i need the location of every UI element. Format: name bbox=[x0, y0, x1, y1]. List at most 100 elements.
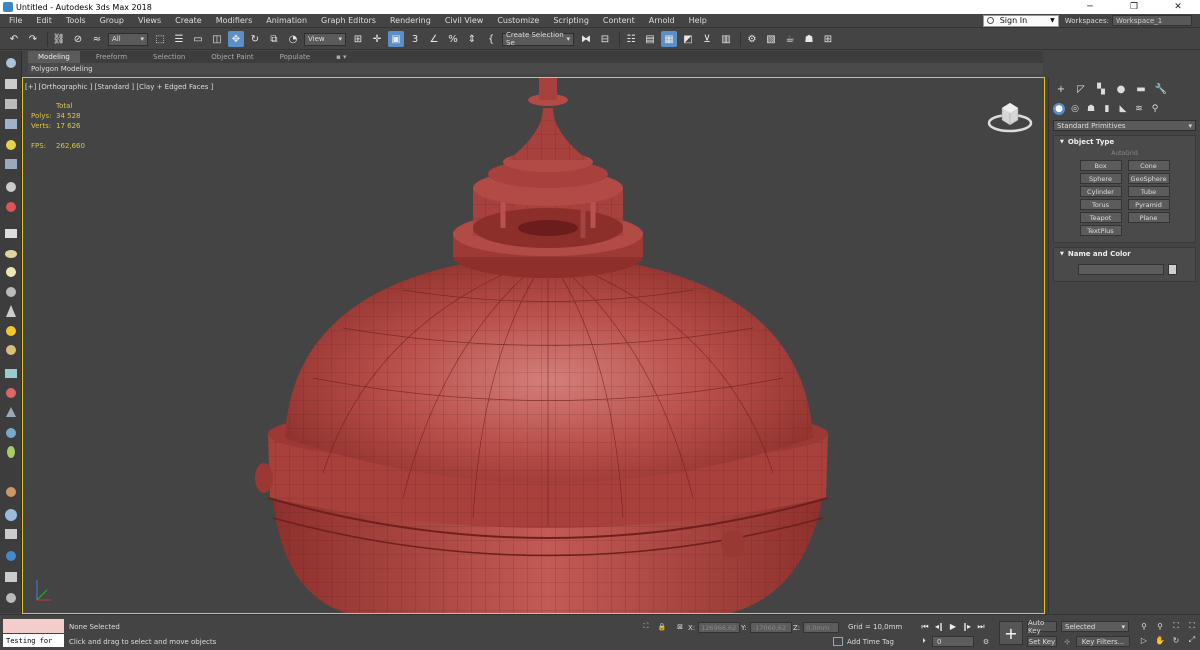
link-icon[interactable]: ⛓ bbox=[51, 31, 67, 47]
cameras-icon[interactable]: ▮ bbox=[1101, 103, 1113, 115]
maximize-button[interactable]: ❐ bbox=[1112, 2, 1156, 12]
select-and-move-icon[interactable]: ✥ bbox=[228, 31, 244, 47]
go-to-start-icon[interactable]: ⏮ bbox=[918, 621, 932, 632]
shapes-icon[interactable]: ◎ bbox=[1069, 103, 1081, 115]
menu-arnold[interactable]: Arnold bbox=[640, 16, 680, 25]
keyboard-shortcut-override-icon[interactable]: ▣ bbox=[388, 31, 404, 47]
box-button[interactable]: Box bbox=[1079, 160, 1122, 171]
cylinder-button[interactable]: Cylinder bbox=[1079, 186, 1122, 197]
scene-explorer-icon[interactable]: ☷ bbox=[623, 31, 639, 47]
space-warps-icon[interactable]: ≋ bbox=[1133, 103, 1145, 115]
render-setup-icon[interactable]: ⚙ bbox=[744, 31, 760, 47]
left-toolbar-icon-set[interactable] bbox=[5, 58, 17, 603]
hierarchy-tab-icon[interactable]: ▚ bbox=[1093, 82, 1109, 96]
window-crossing-icon[interactable]: ◫ bbox=[209, 31, 225, 47]
create-tab-icon[interactable]: + bbox=[1053, 82, 1069, 96]
minimize-button[interactable]: ─ bbox=[1068, 2, 1112, 12]
motion-tab-icon[interactable]: ● bbox=[1113, 82, 1129, 96]
key-mode-toggle-icon[interactable]: ⏵ bbox=[918, 636, 930, 647]
menu-rendering[interactable]: Rendering bbox=[381, 16, 436, 25]
zoom-all-icon[interactable]: ⚲ bbox=[1153, 620, 1167, 632]
render-in-cloud-icon[interactable]: ⊞ bbox=[820, 31, 836, 47]
edit-named-selection-icon[interactable]: { bbox=[483, 31, 499, 47]
viewcube-icon[interactable] bbox=[986, 98, 1034, 134]
menu-create[interactable]: Create bbox=[166, 16, 207, 25]
tab-selection[interactable]: Selection bbox=[143, 51, 195, 63]
percent-snap-icon[interactable]: % bbox=[445, 31, 461, 47]
angle-snap-icon[interactable]: ∠ bbox=[426, 31, 442, 47]
menu-views[interactable]: Views bbox=[129, 16, 166, 25]
undo-icon[interactable]: ↶ bbox=[6, 31, 22, 47]
key-selection-set-dropdown[interactable]: Selected ▾ bbox=[1061, 621, 1129, 632]
add-time-tag[interactable]: Add Time Tag bbox=[833, 637, 894, 646]
object-name-input[interactable] bbox=[1078, 264, 1164, 275]
z-coordinate-input[interactable]: 0,0mm bbox=[803, 622, 840, 633]
orbit-icon[interactable]: ↻ bbox=[1169, 634, 1183, 646]
rendered-frame-window-icon[interactable]: ▧ bbox=[763, 31, 779, 47]
menu-civil-view[interactable]: Civil View bbox=[436, 16, 489, 25]
menu-edit[interactable]: Edit bbox=[27, 16, 57, 25]
geometry-icon[interactable]: ● bbox=[1053, 103, 1065, 115]
go-to-end-icon[interactable]: ⏭ bbox=[974, 621, 988, 632]
select-by-name-icon[interactable]: ☰ bbox=[171, 31, 187, 47]
spinner-snap-icon[interactable]: ⇕ bbox=[464, 31, 480, 47]
select-and-rotate-icon[interactable]: ↻ bbox=[247, 31, 263, 47]
pivot-center-icon[interactable]: ⊞ bbox=[350, 31, 366, 47]
schematic-view-icon[interactable]: ⊻ bbox=[699, 31, 715, 47]
set-keys-icon[interactable]: + bbox=[999, 621, 1023, 645]
rectangular-selection-icon[interactable]: ▭ bbox=[190, 31, 206, 47]
teapot-button[interactable]: Teapot bbox=[1079, 212, 1122, 223]
sphere-button[interactable]: Sphere bbox=[1079, 173, 1122, 184]
time-configuration-icon[interactable]: ⚙ bbox=[980, 636, 992, 647]
ribbon-options-icon[interactable]: ▪ ▾ bbox=[326, 51, 356, 63]
ribbon-panel-label[interactable]: Polygon Modeling bbox=[31, 65, 93, 73]
lights-icon[interactable]: ☗ bbox=[1085, 103, 1097, 115]
mirror-icon[interactable]: ⧓ bbox=[578, 31, 594, 47]
object-color-swatch[interactable] bbox=[1168, 264, 1177, 275]
pyramid-button[interactable]: Pyramid bbox=[1127, 199, 1170, 210]
key-filters-icon[interactable]: ⊹ bbox=[1061, 636, 1073, 647]
render-iterative-icon[interactable]: ☗ bbox=[801, 31, 817, 47]
menu-modifiers[interactable]: Modifiers bbox=[207, 16, 258, 25]
tube-button[interactable]: Tube bbox=[1127, 186, 1170, 197]
set-key-button[interactable]: Set Key bbox=[1027, 636, 1057, 647]
tab-freeform[interactable]: Freeform bbox=[86, 51, 137, 63]
select-and-scale-icon[interactable]: ⧉ bbox=[266, 31, 282, 47]
tab-object-paint[interactable]: Object Paint bbox=[201, 51, 263, 63]
autogrid-checkbox[interactable]: AutoGrid bbox=[1054, 150, 1195, 157]
menu-animation[interactable]: Animation bbox=[257, 16, 312, 25]
object-type-header[interactable]: ▼ Object Type bbox=[1054, 136, 1195, 148]
ribbon-toggle-icon[interactable]: ▦ bbox=[661, 31, 677, 47]
maxscript-mini-listener[interactable] bbox=[3, 619, 64, 633]
workspace-select[interactable]: Workspace_1 bbox=[1112, 15, 1192, 26]
pan-view-icon[interactable]: ✋ bbox=[1153, 634, 1167, 646]
next-frame-icon[interactable]: ‖▸ bbox=[960, 621, 974, 632]
menu-group[interactable]: Group bbox=[91, 16, 129, 25]
layer-explorer-icon[interactable]: ▤ bbox=[642, 31, 658, 47]
place-icon[interactable]: ◔ bbox=[285, 31, 301, 47]
torus-button[interactable]: Torus bbox=[1079, 199, 1122, 210]
curve-editor-icon[interactable]: ◩ bbox=[680, 31, 696, 47]
named-selection-dropdown[interactable]: Create Selection Se ▾ bbox=[502, 31, 574, 47]
key-filters-button[interactable]: Key Filters... bbox=[1076, 636, 1130, 647]
menu-help[interactable]: Help bbox=[680, 16, 712, 25]
material-editor-icon[interactable]: ▥ bbox=[718, 31, 734, 47]
render-production-icon[interactable]: ☕ bbox=[782, 31, 798, 47]
manipulate-icon[interactable]: ✛ bbox=[369, 31, 385, 47]
viewport-label[interactable]: [+] [Orthographic ] [Standard ] [Clay + … bbox=[25, 83, 213, 91]
primitive-category-dropdown[interactable]: Standard Primitives ▾ bbox=[1053, 120, 1196, 131]
reference-coordinate-dropdown[interactable]: View ▾ bbox=[304, 32, 346, 46]
y-coordinate-input[interactable]: -17060,62 bbox=[749, 622, 792, 633]
modify-tab-icon[interactable]: ◸ bbox=[1073, 82, 1089, 96]
helpers-icon[interactable]: ◣ bbox=[1117, 103, 1129, 115]
textplus-button[interactable]: TextPlus bbox=[1079, 225, 1122, 236]
select-object-icon[interactable]: ⬚ bbox=[152, 31, 168, 47]
selection-filter-dropdown[interactable]: All ▾ bbox=[108, 32, 148, 46]
absolute-mode-icon[interactable]: ⊠ bbox=[674, 621, 686, 632]
zoom-extents-all-icon[interactable]: ⛶ bbox=[1185, 620, 1199, 632]
unlink-icon[interactable]: ⊘ bbox=[70, 31, 86, 47]
bind-space-warp-icon[interactable]: ≈ bbox=[89, 31, 105, 47]
tab-modeling[interactable]: Modeling bbox=[28, 51, 80, 63]
tab-populate[interactable]: Populate bbox=[270, 51, 320, 63]
zoom-icon[interactable]: ⚲ bbox=[1137, 620, 1151, 632]
